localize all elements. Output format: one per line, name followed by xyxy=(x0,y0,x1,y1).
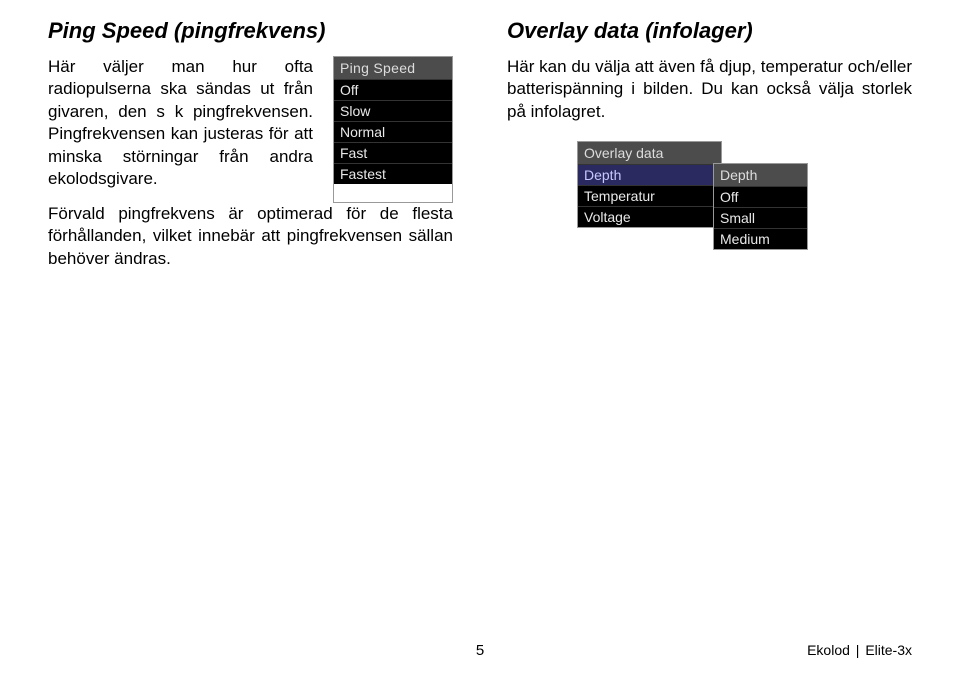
ping-speed-text: Här väljer man hur ofta radiopulserna sk… xyxy=(48,56,313,203)
footer-right: Ekolod | Elite-3x xyxy=(807,642,912,658)
ping-speed-option-normal[interactable]: Normal xyxy=(334,121,452,142)
overlay-data-sub-medium[interactable]: Medium xyxy=(714,228,807,249)
ping-speed-option-fast[interactable]: Fast xyxy=(334,142,452,163)
ping-speed-option-off[interactable]: Off xyxy=(334,79,452,100)
ping-speed-option-fastest[interactable]: Fastest xyxy=(334,163,452,184)
page-number: 5 xyxy=(476,642,484,659)
overlay-data-sub-small[interactable]: Small xyxy=(714,207,807,228)
overlay-data-paragraph: Här kan du välja att även få djup, tempe… xyxy=(507,56,912,123)
overlay-data-sub-off[interactable]: Off xyxy=(714,186,807,207)
overlay-data-menu: Overlay data Depth Temperatur Voltage xyxy=(577,141,722,228)
overlay-data-title: Overlay data (infolager) xyxy=(507,18,912,44)
left-column: Ping Speed (pingfrekvens) Här väljer man… xyxy=(48,18,453,282)
overlay-data-option-temperatur[interactable]: Temperatur xyxy=(578,185,721,206)
ping-speed-paragraph-2: Förvald pingfrekvens är optimerad för de… xyxy=(48,203,453,270)
overlay-data-option-depth[interactable]: Depth xyxy=(578,164,721,185)
ping-speed-paragraph-1: Här väljer man hur ofta radiopulserna sk… xyxy=(48,56,313,191)
overlay-data-option-voltage[interactable]: Voltage xyxy=(578,206,721,227)
page-footer: 5 Ekolod | Elite-3x xyxy=(48,642,912,659)
footer-section: Ekolod xyxy=(807,642,850,658)
ping-speed-option-slow[interactable]: Slow xyxy=(334,100,452,121)
overlay-data-submenu: Depth Off Small Medium xyxy=(713,163,808,250)
right-column: Overlay data (infolager) Här kan du välj… xyxy=(507,18,912,282)
ping-speed-row: Här väljer man hur ofta radiopulserna sk… xyxy=(48,56,453,203)
overlay-data-submenu-title: Depth xyxy=(714,164,807,186)
ping-speed-menu-title: Ping Speed xyxy=(334,57,452,79)
ping-speed-title: Ping Speed (pingfrekvens) xyxy=(48,18,453,44)
overlay-data-menu-title: Overlay data xyxy=(578,142,721,164)
overlay-data-menu-wrap: Overlay data Depth Temperatur Voltage De… xyxy=(577,141,722,228)
footer-model: Elite-3x xyxy=(865,642,912,658)
footer-sep: | xyxy=(852,642,863,658)
ping-speed-menu: Ping Speed Off Slow Normal Fast Fastest xyxy=(333,56,453,203)
